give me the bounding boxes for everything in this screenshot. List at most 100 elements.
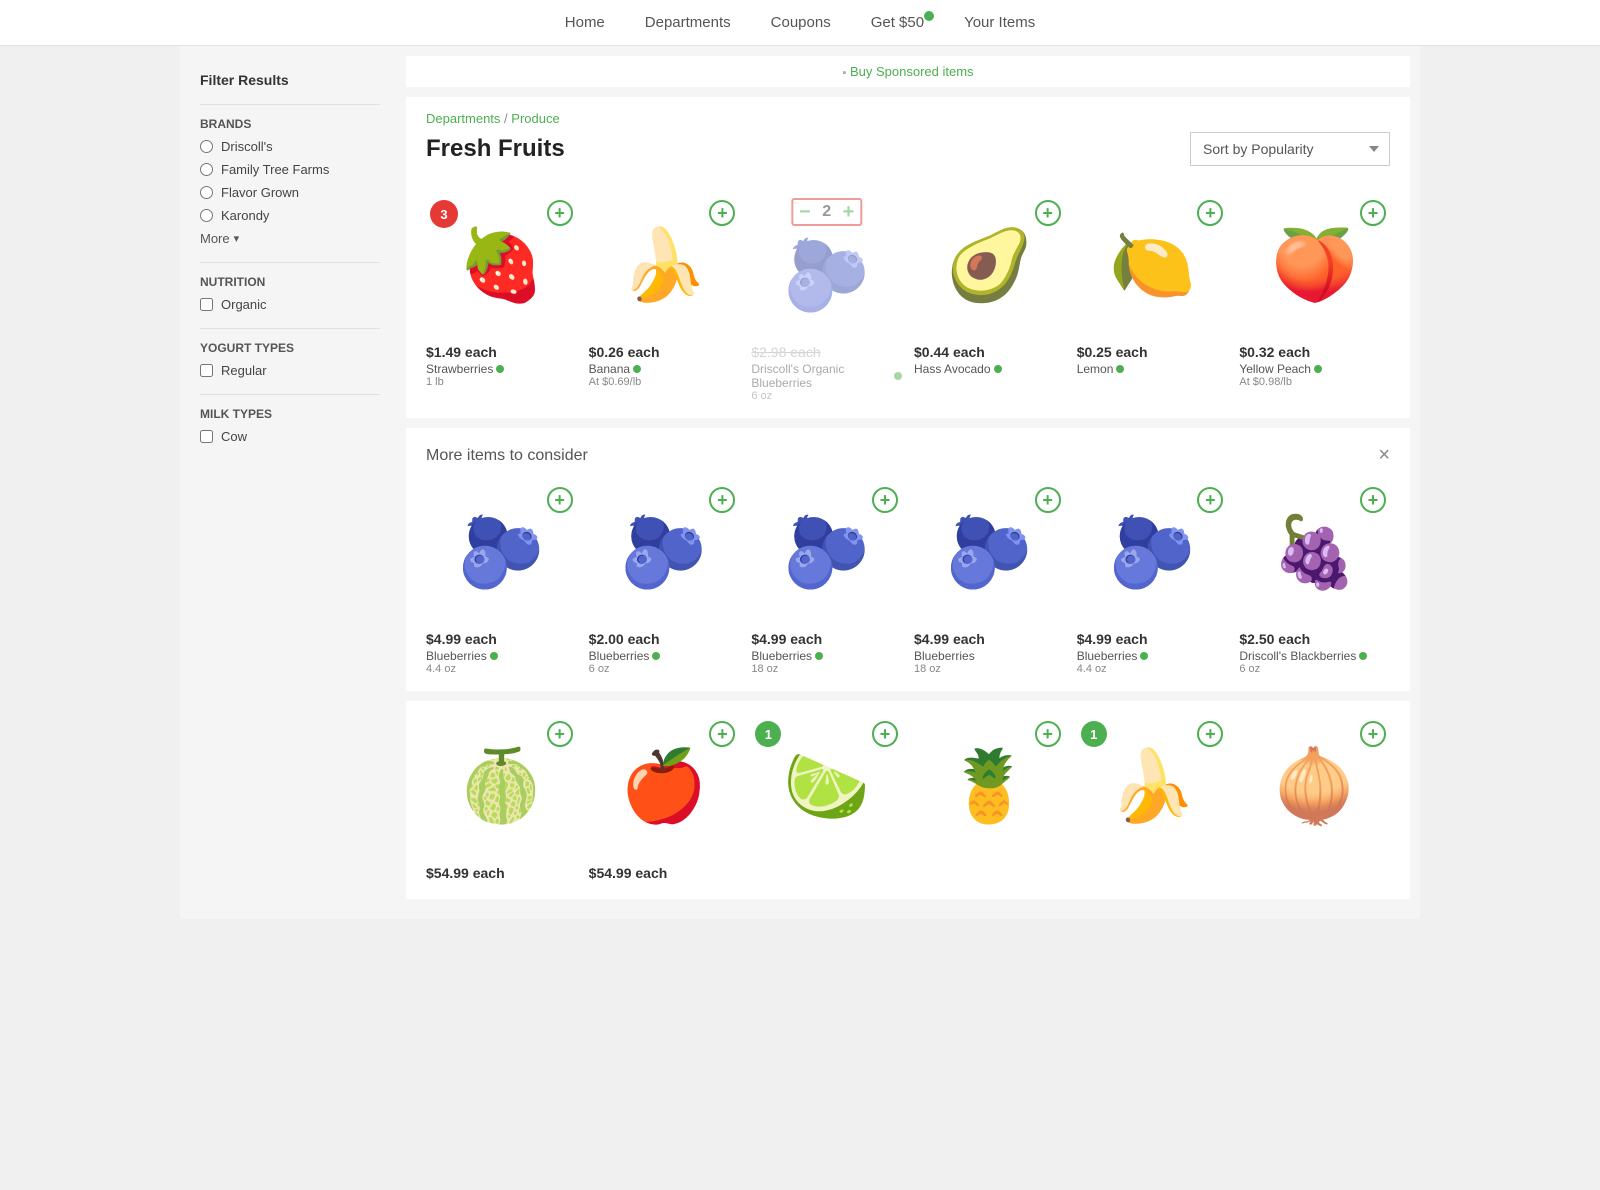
filter-cow[interactable]: Cow [200, 429, 380, 444]
more-items-header: More items to consider × [426, 444, 1390, 467]
peach-img: 🍑 [1271, 225, 1358, 307]
more-blackberries-img: 🍇 [1271, 512, 1358, 594]
bottom-product-lime: 1 🍋‍🟩 + [751, 717, 902, 883]
avocado-price: $0.44 each [914, 344, 1065, 360]
add-avocado-button[interactable]: + [1035, 200, 1061, 226]
more-blueberries-4-price: $4.99 each [914, 631, 1065, 647]
add-banana-button[interactable]: + [709, 200, 735, 226]
page-title: Fresh Fruits [426, 135, 565, 163]
more-product-blueberries-2: 🫐 + $2.00 each Blueberries 6 oz [589, 483, 740, 675]
add-cantaloupe-button[interactable]: + [547, 721, 573, 747]
bottom-product-apple: 🍎 + $54.99 each [589, 717, 740, 883]
banana-dot [633, 365, 641, 373]
bottom-product-cantaloupe: 🍈 + $54.99 each [426, 717, 577, 883]
main-product-grid: 3 🍓 + $1.49 each Strawberries 1 lb 🍌 [426, 196, 1390, 402]
apple-img: 🍎 [620, 746, 707, 828]
banana-img: 🍌 [620, 225, 707, 307]
onion-img: 🧅 [1271, 746, 1358, 828]
main-products-section: 3 🍓 + $1.49 each Strawberries 1 lb 🍌 [406, 180, 1410, 418]
sidebar: Filter Results BRANDS Driscoll's Family … [190, 56, 390, 909]
add-lime-button[interactable]: + [872, 721, 898, 747]
more-blueberries-3-img: 🫐 [783, 512, 870, 594]
nutrition-section-title: NUTRITION [200, 262, 380, 289]
peach-name: Yellow Peach [1239, 362, 1390, 376]
bottom-product-onion: 🧅 + [1239, 717, 1390, 883]
sponsored-banner[interactable]: ▪ Buy Sponsored items [406, 56, 1410, 87]
add-lemon-button[interactable]: + [1197, 200, 1223, 226]
add-bananas-button[interactable]: + [1197, 721, 1223, 747]
more-blackberries-sub: 6 oz [1239, 663, 1390, 675]
nav-home[interactable]: Home [565, 14, 605, 31]
yogurt-types-section-title: YOGURT TYPES [200, 328, 380, 355]
strawberries-img: 🍓 [458, 225, 545, 307]
add-apple-button[interactable]: + [709, 721, 735, 747]
more-blueberries-3-name: Blueberries [751, 649, 902, 663]
banana-sub: At $0.69/lb [589, 376, 740, 388]
add-more-blueberries-1[interactable]: + [547, 487, 573, 513]
filter-brand-flavorgrown[interactable]: Flavor Grown [200, 185, 380, 200]
add-more-blueberries-3[interactable]: + [872, 487, 898, 513]
more-product-blueberries-1: 🫐 + $4.99 each Blueberries 4.4 oz [426, 483, 577, 675]
breadcrumb: Departments / Produce [426, 111, 1390, 126]
peach-sub: At $0.98/lb [1239, 376, 1390, 388]
add-pineapple-button[interactable]: + [1035, 721, 1061, 747]
qty-plus-blueberries[interactable]: + [843, 202, 855, 222]
more-items-section: More items to consider × 🫐 + $4.99 each … [406, 428, 1410, 691]
more-blueberries-4-img: 🫐 [946, 512, 1033, 594]
product-card-avocado: 🥑 + $0.44 each Hass Avocado [914, 196, 1065, 402]
more-product-blueberries-4: 🫐 + $4.99 each Blueberries 18 oz [914, 483, 1065, 675]
product-card-lemon: 🍋 + $0.25 each Lemon [1077, 196, 1228, 402]
banana-price: $0.26 each [589, 344, 740, 360]
sort-container: Sort by Popularity Price Low to High Pri… [1190, 132, 1390, 166]
add-more-blueberries-4[interactable]: + [1035, 487, 1061, 513]
pineapple-img: 🍍 [946, 746, 1033, 828]
more-blueberries-3-sub: 18 oz [751, 663, 902, 675]
sort-select[interactable]: Sort by Popularity Price Low to High Pri… [1190, 132, 1390, 166]
lemon-img: 🍋 [1108, 225, 1195, 307]
add-peach-button[interactable]: + [1360, 200, 1386, 226]
strawberries-price: $1.49 each [426, 344, 577, 360]
bottom-product-bananas: 1 🍌 + [1077, 717, 1228, 883]
filter-regular[interactable]: Regular [200, 363, 380, 378]
breadcrumb-produce[interactable]: Produce [511, 111, 559, 126]
main-container: Filter Results BRANDS Driscoll's Family … [180, 46, 1420, 919]
more-blueberries-1-name: Blueberries [426, 649, 577, 663]
nav-your-items[interactable]: Your Items [964, 14, 1035, 31]
organic-blueberries-sub: 6 oz [751, 390, 902, 402]
filter-brand-karondy[interactable]: Karondy [200, 208, 380, 223]
qty-minus-blueberries[interactable]: − [799, 202, 811, 222]
more-blackberries-name: Driscoll's Blackberries [1239, 649, 1390, 663]
more-blackberries-price: $2.50 each [1239, 631, 1390, 647]
more-items-grid: 🫐 + $4.99 each Blueberries 4.4 oz 🫐 + [426, 483, 1390, 675]
organic-blueberries-name: Driscoll's Organic Blueberries [751, 362, 902, 390]
nav-get50[interactable]: Get $50 [871, 14, 924, 31]
filter-title: Filter Results [200, 72, 380, 88]
more-blueberries-1-dot [490, 652, 498, 660]
more-blueberries-2-dot [652, 652, 660, 660]
more-blueberries-1-sub: 4.4 oz [426, 663, 577, 675]
avocado-dot [994, 365, 1002, 373]
avocado-name: Hass Avocado [914, 362, 1065, 376]
filter-brand-driscolls[interactable]: Driscoll's [200, 139, 380, 154]
page-header: Departments / Produce Fresh Fruits Sort … [406, 97, 1410, 180]
add-onion-button[interactable]: + [1360, 721, 1386, 747]
nav-departments[interactable]: Departments [645, 14, 731, 31]
add-more-blueberries-5[interactable]: + [1197, 487, 1223, 513]
brands-more-link[interactable]: More ▾ [200, 231, 380, 246]
filter-brand-familytree[interactable]: Family Tree Farms [200, 162, 380, 177]
peach-price: $0.32 each [1239, 344, 1390, 360]
nav-coupons[interactable]: Coupons [771, 14, 831, 31]
filter-organic[interactable]: Organic [200, 297, 380, 312]
add-more-blackberries[interactable]: + [1360, 487, 1386, 513]
add-more-blueberries-2[interactable]: + [709, 487, 735, 513]
banana-name: Banana [589, 362, 740, 376]
more-blueberries-5-sub: 4.4 oz [1077, 663, 1228, 675]
more-items-close-button[interactable]: × [1378, 444, 1390, 467]
more-blueberries-2-sub: 6 oz [589, 663, 740, 675]
top-nav: Home Departments Coupons Get $50 Your It… [0, 0, 1600, 46]
breadcrumb-departments[interactable]: Departments [426, 111, 500, 126]
more-product-blueberries-3: 🫐 + $4.99 each Blueberries 18 oz [751, 483, 902, 675]
product-card-strawberries: 3 🍓 + $1.49 each Strawberries 1 lb [426, 196, 577, 402]
add-strawberries-button[interactable]: + [547, 200, 573, 226]
more-blueberries-3-dot [815, 652, 823, 660]
